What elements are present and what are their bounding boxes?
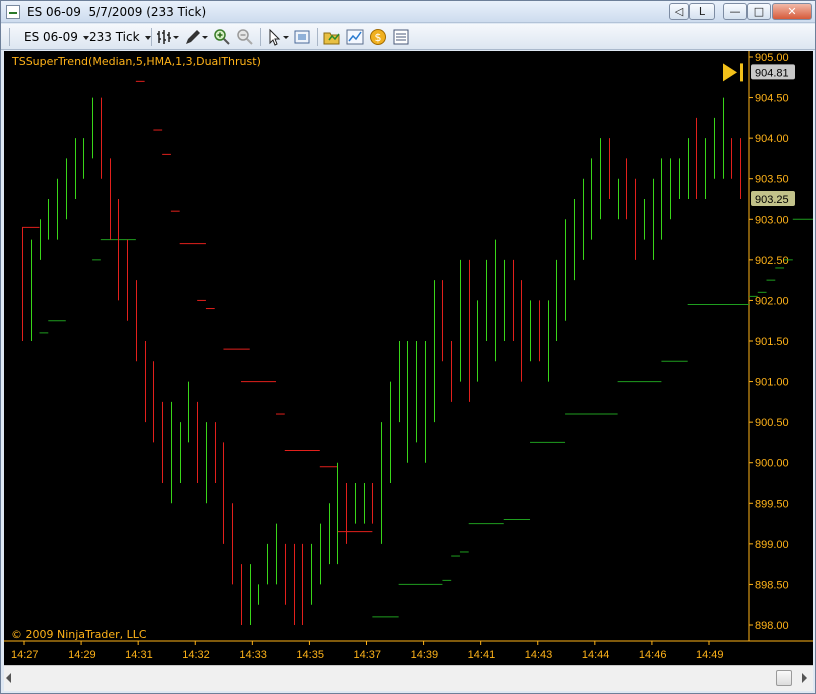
close-button[interactable]: ✕ (772, 3, 812, 20)
time-tick-label: 14:44 (582, 649, 610, 661)
time-tick-label: 14:33 (239, 649, 267, 661)
stop-price-label: 903.25 (755, 194, 789, 206)
price-tick-label: 901.00 (755, 377, 789, 389)
time-tick-label: 14:49 (696, 649, 724, 661)
title-bar[interactable]: ES 06-09 5/7/2009 (233 Tick) ◁ L — □ ✕ (1, 1, 815, 23)
period-label: 233 Tick (89, 30, 140, 44)
price-chart[interactable]: 905.00 904.50 904.00 903.50 903.00 902.50 902.… (4, 51, 813, 665)
last-price-label: 904.81 (755, 67, 789, 79)
price-tick-label: 904.50 (755, 93, 789, 105)
scroll-thumb[interactable] (776, 670, 792, 686)
zoom-out-icon[interactable] (236, 28, 254, 46)
maximize-button[interactable]: □ (747, 3, 771, 20)
chart-toolbar: ES 06-09 233 Tick $ (1, 24, 815, 50)
minimize-button[interactable]: — (723, 3, 747, 20)
window-title: ES 06-09 5/7/2009 (233 Tick) (27, 5, 207, 19)
chevron-down-icon (144, 35, 151, 40)
horizontal-scrollbar[interactable] (4, 665, 813, 691)
link-button[interactable]: L (689, 3, 715, 20)
data-box-icon[interactable] (392, 28, 410, 46)
price-tick-label: 903.00 (755, 214, 789, 226)
time-tick-label: 14:41 (468, 649, 496, 661)
chart-app-icon (6, 5, 20, 19)
time-tick-label: 14:37 (354, 649, 382, 661)
time-tick-label: 14:32 (182, 649, 210, 661)
time-tick-label: 14:27 (11, 649, 39, 661)
price-tick-label: 903.50 (755, 174, 789, 186)
bar-type-icon[interactable] (156, 28, 180, 46)
chart-indicators-icon[interactable] (346, 28, 364, 46)
drawing-pen-icon[interactable] (183, 28, 209, 46)
snapshot-icon[interactable] (293, 28, 311, 46)
strategy-coin-icon[interactable]: $ (369, 28, 387, 46)
price-tick-label: 901.50 (755, 336, 789, 348)
price-tick-label: 902.50 (755, 255, 789, 267)
toolbar-divider (260, 28, 261, 46)
period-selector[interactable]: 233 Tick (89, 28, 151, 46)
toolbar-divider (151, 28, 152, 46)
svg-text:$: $ (375, 31, 382, 44)
price-tick-label: 898.50 (755, 579, 789, 591)
link-back-icon[interactable]: ◁ (669, 3, 689, 20)
cursor-pointer-icon[interactable] (266, 28, 290, 46)
scroll-right-arrow-icon[interactable] (802, 673, 807, 683)
price-tick-label: 904.00 (755, 133, 789, 145)
chart-window: ES 06-09 5/7/2009 (233 Tick) ◁ L — □ ✕ E… (0, 0, 816, 694)
zoom-in-icon[interactable] (213, 28, 231, 46)
time-tick-label: 14:46 (639, 649, 667, 661)
play-marker-icon (723, 63, 737, 82)
time-tick-label: 14:43 (525, 649, 553, 661)
price-tick-label: 899.00 (755, 539, 789, 551)
instrument-label: ES 06-09 (24, 30, 78, 44)
price-tick-label: 898.00 (755, 620, 789, 632)
instrument-selector[interactable]: ES 06-09 (24, 28, 89, 46)
price-tick-label: 900.50 (755, 417, 789, 429)
end-marker-icon (740, 63, 743, 82)
toolbar-divider (317, 28, 318, 46)
time-tick-label: 14:29 (68, 649, 96, 661)
price-tick-label: 900.00 (755, 458, 789, 470)
price-tick-label: 899.50 (755, 498, 789, 510)
instrument-folder-icon[interactable] (323, 28, 341, 46)
price-tick-label: 905.00 (755, 52, 789, 64)
copyright-notice: © 2009 NinjaTrader, LLC (11, 628, 147, 641)
indicator-label[interactable]: TSSuperTrend(Median,5,HMA,1,3,DualThrust… (12, 55, 261, 68)
time-tick-label: 14:35 (296, 649, 324, 661)
scroll-left-arrow-icon[interactable] (6, 673, 11, 683)
time-tick-label: 14:39 (411, 649, 439, 661)
toolbar-grip (9, 28, 10, 46)
time-tick-label: 14:31 (125, 649, 153, 661)
chart-panel[interactable]: 905.00 904.50 904.00 903.50 903.00 902.50 902.… (4, 51, 813, 665)
chevron-down-icon (82, 35, 89, 40)
price-tick-label: 902.00 (755, 295, 789, 307)
